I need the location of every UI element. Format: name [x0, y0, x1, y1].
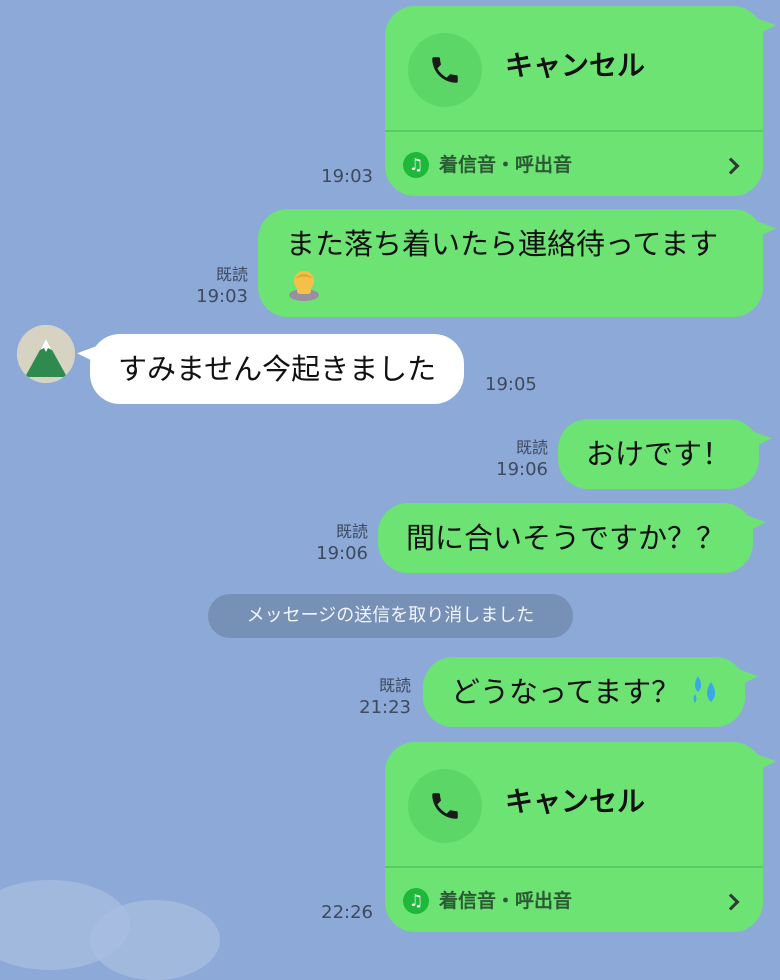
- message-meta: 既読 21:23: [359, 675, 411, 719]
- mountain-avatar[interactable]: [17, 325, 75, 383]
- message-text: どうなってます？: [451, 675, 681, 709]
- message-meta: 19:03: [321, 166, 373, 188]
- read-receipt: 既読: [515, 438, 548, 457]
- call-card-header[interactable]: キャンセル: [385, 6, 763, 130]
- music-note-icon: ♫: [403, 888, 429, 914]
- call-card-header[interactable]: キャンセル: [385, 742, 763, 866]
- ringtone-label: 着信音・呼出音: [439, 154, 573, 176]
- message-time: 19:06: [316, 543, 368, 564]
- message-bubble[interactable]: また落ち着いたら連絡待ってます: [258, 209, 763, 317]
- unsent-notice: メッセージの送信を取り消しました: [208, 594, 573, 638]
- call-title: キャンセル: [505, 49, 646, 82]
- message-text: すみません今起きました: [118, 352, 437, 386]
- read-receipt: 既読: [215, 265, 248, 284]
- ringtone-link[interactable]: ♫ 着信音・呼出音: [385, 132, 763, 196]
- message-time: 19:06: [496, 459, 548, 480]
- call-card[interactable]: キャンセル ♫ 着信音・呼出音: [385, 6, 763, 196]
- call-title: キャンセル: [505, 785, 646, 818]
- chevron-right-icon: [722, 893, 740, 911]
- message-time: 19:05: [485, 374, 537, 395]
- ringtone-label: 着信音・呼出音: [439, 890, 573, 912]
- message-time: 21:23: [359, 697, 411, 718]
- message-time: 19:03: [321, 166, 373, 187]
- read-receipt: 既読: [378, 676, 411, 695]
- ringtone-link[interactable]: ♫ 着信音・呼出音: [385, 868, 763, 932]
- message-text: おけです！: [586, 437, 732, 471]
- phone-icon: [408, 33, 482, 107]
- music-note-icon: ♫: [403, 152, 429, 178]
- message-meta: 既読 19:06: [316, 521, 368, 565]
- read-receipt: 既読: [335, 522, 368, 541]
- message-bubble[interactable]: 間に合いそうですか？？: [378, 503, 754, 573]
- sweat-droplets-emoji: [689, 672, 723, 717]
- bowing-person-emoji: [286, 265, 322, 312]
- message-meta: 既読 19:03: [196, 264, 248, 308]
- phone-icon: [408, 769, 482, 843]
- message-meta: 19:05: [485, 374, 537, 396]
- message-bubble[interactable]: おけです！: [558, 419, 760, 489]
- message-bubble[interactable]: すみません今起きました: [90, 334, 465, 404]
- message-time: 19:03: [196, 286, 248, 307]
- chat-area[interactable]: キャンセル ♫ 着信音・呼出音 19:03 また落ち着いたら連絡待ってます 既読…: [0, 0, 780, 980]
- background-cloud: [90, 900, 220, 980]
- call-card[interactable]: キャンセル ♫ 着信音・呼出音: [385, 742, 763, 932]
- message-time: 22:26: [321, 902, 373, 923]
- message-meta: 既読 19:06: [496, 437, 548, 481]
- message-meta: 22:26: [321, 902, 373, 924]
- chevron-right-icon: [722, 157, 740, 175]
- message-text: また落ち着いたら連絡待ってます: [286, 227, 719, 261]
- message-bubble[interactable]: どうなってます？: [423, 657, 746, 727]
- message-text: 間に合いそうですか？？: [406, 521, 726, 555]
